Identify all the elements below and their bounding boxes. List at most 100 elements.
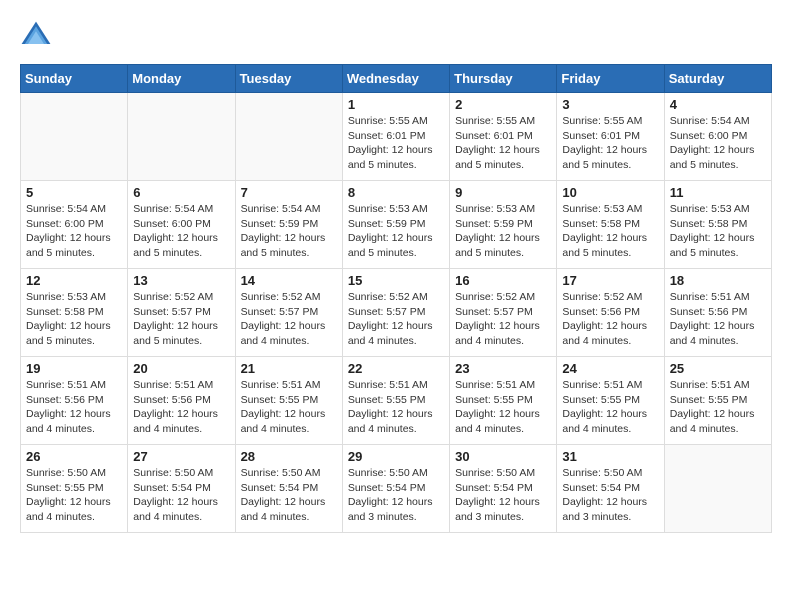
calendar-day-cell: 24 Sunrise: 5:51 AM Sunset: 5:55 PM Dayli…: [557, 357, 664, 445]
calendar-day-cell: 17 Sunrise: 5:52 AM Sunset: 5:56 PM Dayli…: [557, 269, 664, 357]
calendar-day-cell: 29 Sunrise: 5:50 AM Sunset: 5:54 PM Dayli…: [342, 445, 449, 533]
day-info: Sunrise: 5:50 AM Sunset: 5:54 PM Dayligh…: [133, 466, 229, 525]
logo-icon: [20, 20, 52, 48]
calendar-day-cell: 20 Sunrise: 5:51 AM Sunset: 5:56 PM Dayli…: [128, 357, 235, 445]
day-number: 2: [455, 97, 551, 112]
calendar-week-row: 1 Sunrise: 5:55 AM Sunset: 6:01 PM Daylig…: [21, 93, 772, 181]
day-number: 23: [455, 361, 551, 376]
day-info: Sunrise: 5:51 AM Sunset: 5:56 PM Dayligh…: [26, 378, 122, 437]
day-number: 5: [26, 185, 122, 200]
day-info: Sunrise: 5:51 AM Sunset: 5:55 PM Dayligh…: [455, 378, 551, 437]
day-number: 19: [26, 361, 122, 376]
calendar-day-cell: 21 Sunrise: 5:51 AM Sunset: 5:55 PM Dayli…: [235, 357, 342, 445]
calendar-header-row: SundayMondayTuesdayWednesdayThursdayFrid…: [21, 65, 772, 93]
day-info: Sunrise: 5:54 AM Sunset: 6:00 PM Dayligh…: [26, 202, 122, 261]
calendar-day-cell: 1Sunrise: 5:55 AM Sunset: 6:01 PM Daylig…: [342, 93, 449, 181]
day-info: Sunrise: 5:53 AM Sunset: 5:58 PM Dayligh…: [562, 202, 658, 261]
day-number: 22: [348, 361, 444, 376]
calendar-day-cell: 4 Sunrise: 5:54 AM Sunset: 6:00 PM Daylig…: [664, 93, 771, 181]
day-number: 17: [562, 273, 658, 288]
day-number: 10: [562, 185, 658, 200]
day-number: 6: [133, 185, 229, 200]
calendar-week-row: 12 Sunrise: 5:53 AM Sunset: 5:58 PM Dayli…: [21, 269, 772, 357]
day-info: Sunrise: 5:55 AM Sunset: 6:01 PM Dayligh…: [562, 114, 658, 173]
calendar-day-header: Tuesday: [235, 65, 342, 93]
day-info: Sunrise: 5:52 AM Sunset: 5:57 PM Dayligh…: [241, 290, 337, 349]
calendar-day-cell: 31Sunrise: 5:50 AM Sunset: 5:54 PM Dayli…: [557, 445, 664, 533]
calendar-day-cell: 25Sunrise: 5:51 AM Sunset: 5:55 PM Dayli…: [664, 357, 771, 445]
day-number: 12: [26, 273, 122, 288]
logo: [20, 20, 56, 48]
day-number: 7: [241, 185, 337, 200]
calendar-day-header: Saturday: [664, 65, 771, 93]
day-info: Sunrise: 5:54 AM Sunset: 6:00 PM Dayligh…: [670, 114, 766, 173]
day-number: 28: [241, 449, 337, 464]
day-info: Sunrise: 5:52 AM Sunset: 5:57 PM Dayligh…: [455, 290, 551, 349]
calendar-day-cell: 30Sunrise: 5:50 AM Sunset: 5:54 PM Dayli…: [450, 445, 557, 533]
day-info: Sunrise: 5:52 AM Sunset: 5:56 PM Dayligh…: [562, 290, 658, 349]
day-number: 29: [348, 449, 444, 464]
calendar-day-cell: 5 Sunrise: 5:54 AM Sunset: 6:00 PM Daylig…: [21, 181, 128, 269]
calendar-day-cell: 13 Sunrise: 5:52 AM Sunset: 5:57 PM Dayli…: [128, 269, 235, 357]
day-number: 13: [133, 273, 229, 288]
day-number: 20: [133, 361, 229, 376]
day-number: 16: [455, 273, 551, 288]
calendar-week-row: 5 Sunrise: 5:54 AM Sunset: 6:00 PM Daylig…: [21, 181, 772, 269]
day-info: Sunrise: 5:50 AM Sunset: 5:54 PM Dayligh…: [348, 466, 444, 525]
day-number: 26: [26, 449, 122, 464]
day-number: 21: [241, 361, 337, 376]
day-number: 11: [670, 185, 766, 200]
day-info: Sunrise: 5:50 AM Sunset: 5:54 PM Dayligh…: [455, 466, 551, 525]
day-number: 4: [670, 97, 766, 112]
day-info: Sunrise: 5:50 AM Sunset: 5:54 PM Dayligh…: [241, 466, 337, 525]
page-header: [20, 20, 772, 48]
calendar-day-cell: 23 Sunrise: 5:51 AM Sunset: 5:55 PM Dayli…: [450, 357, 557, 445]
day-info: Sunrise: 5:54 AM Sunset: 5:59 PM Dayligh…: [241, 202, 337, 261]
calendar-day-cell: 26 Sunrise: 5:50 AM Sunset: 5:55 PM Dayli…: [21, 445, 128, 533]
day-number: 3: [562, 97, 658, 112]
day-number: 24: [562, 361, 658, 376]
calendar-day-cell: [235, 93, 342, 181]
calendar-day-cell: 22 Sunrise: 5:51 AM Sunset: 5:55 PM Dayli…: [342, 357, 449, 445]
day-info: Sunrise: 5:51 AM Sunset: 5:55 PM Dayligh…: [670, 378, 766, 437]
day-info: Sunrise: 5:51 AM Sunset: 5:55 PM Dayligh…: [241, 378, 337, 437]
day-number: 15: [348, 273, 444, 288]
calendar-day-cell: 28 Sunrise: 5:50 AM Sunset: 5:54 PM Dayli…: [235, 445, 342, 533]
calendar-day-cell: 19 Sunrise: 5:51 AM Sunset: 5:56 PM Dayli…: [21, 357, 128, 445]
calendar-week-row: 19 Sunrise: 5:51 AM Sunset: 5:56 PM Dayli…: [21, 357, 772, 445]
day-number: 27: [133, 449, 229, 464]
calendar-day-header: Monday: [128, 65, 235, 93]
day-number: 14: [241, 273, 337, 288]
day-info: Sunrise: 5:51 AM Sunset: 5:55 PM Dayligh…: [348, 378, 444, 437]
calendar-day-header: Sunday: [21, 65, 128, 93]
day-number: 9: [455, 185, 551, 200]
calendar-day-cell: 12 Sunrise: 5:53 AM Sunset: 5:58 PM Dayli…: [21, 269, 128, 357]
day-info: Sunrise: 5:53 AM Sunset: 5:58 PM Dayligh…: [26, 290, 122, 349]
calendar-day-cell: [664, 445, 771, 533]
calendar-day-cell: 27 Sunrise: 5:50 AM Sunset: 5:54 PM Dayli…: [128, 445, 235, 533]
calendar-day-header: Thursday: [450, 65, 557, 93]
day-info: Sunrise: 5:51 AM Sunset: 5:55 PM Dayligh…: [562, 378, 658, 437]
calendar-day-cell: 7 Sunrise: 5:54 AM Sunset: 5:59 PM Daylig…: [235, 181, 342, 269]
day-info: Sunrise: 5:53 AM Sunset: 5:58 PM Dayligh…: [670, 202, 766, 261]
day-number: 1: [348, 97, 444, 112]
day-info: Sunrise: 5:51 AM Sunset: 5:56 PM Dayligh…: [133, 378, 229, 437]
day-info: Sunrise: 5:52 AM Sunset: 5:57 PM Dayligh…: [348, 290, 444, 349]
calendar-day-cell: 2 Sunrise: 5:55 AM Sunset: 6:01 PM Daylig…: [450, 93, 557, 181]
day-info: Sunrise: 5:54 AM Sunset: 6:00 PM Dayligh…: [133, 202, 229, 261]
calendar-day-cell: [21, 93, 128, 181]
calendar-day-cell: 11 Sunrise: 5:53 AM Sunset: 5:58 PM Dayli…: [664, 181, 771, 269]
day-number: 31: [562, 449, 658, 464]
calendar-day-cell: 15 Sunrise: 5:52 AM Sunset: 5:57 PM Dayli…: [342, 269, 449, 357]
calendar-day-cell: 8Sunrise: 5:53 AM Sunset: 5:59 PM Daylig…: [342, 181, 449, 269]
day-info: Sunrise: 5:55 AM Sunset: 6:01 PM Dayligh…: [455, 114, 551, 173]
calendar-day-cell: 18Sunrise: 5:51 AM Sunset: 5:56 PM Dayli…: [664, 269, 771, 357]
calendar-day-header: Friday: [557, 65, 664, 93]
day-info: Sunrise: 5:52 AM Sunset: 5:57 PM Dayligh…: [133, 290, 229, 349]
calendar-day-cell: 6 Sunrise: 5:54 AM Sunset: 6:00 PM Daylig…: [128, 181, 235, 269]
calendar-day-cell: 16 Sunrise: 5:52 AM Sunset: 5:57 PM Dayli…: [450, 269, 557, 357]
day-info: Sunrise: 5:50 AM Sunset: 5:55 PM Dayligh…: [26, 466, 122, 525]
calendar-table: SundayMondayTuesdayWednesdayThursdayFrid…: [20, 64, 772, 533]
calendar-day-cell: 10 Sunrise: 5:53 AM Sunset: 5:58 PM Dayli…: [557, 181, 664, 269]
calendar-week-row: 26 Sunrise: 5:50 AM Sunset: 5:55 PM Dayli…: [21, 445, 772, 533]
